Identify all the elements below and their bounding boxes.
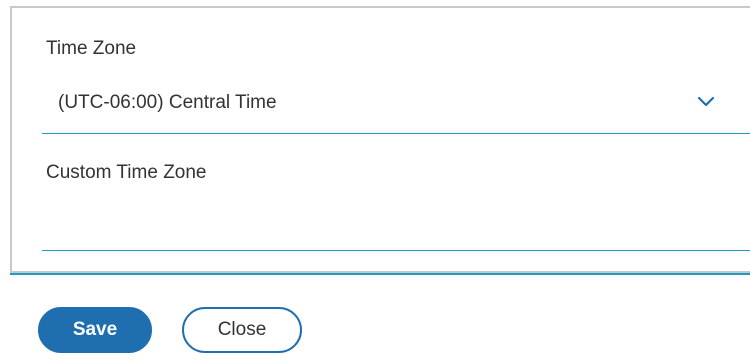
- save-button[interactable]: Save: [38, 307, 152, 353]
- panel-divider: [10, 273, 750, 275]
- time-zone-select[interactable]: (UTC-06:00) Central Time: [42, 80, 750, 134]
- time-zone-label: Time Zone: [46, 38, 137, 59]
- close-button[interactable]: Close: [182, 307, 302, 353]
- custom-time-zone-label: Custom Time Zone: [46, 162, 207, 183]
- time-zone-form-panel: Time Zone (UTC-06:00) Central Time Custo…: [10, 6, 750, 273]
- time-zone-selected-value: (UTC-06:00) Central Time: [58, 92, 277, 113]
- custom-time-zone-input[interactable]: [42, 200, 750, 251]
- time-zone-settings-page: Time Zone (UTC-06:00) Central Time Custo…: [0, 0, 750, 360]
- chevron-down-icon[interactable]: [694, 92, 718, 112]
